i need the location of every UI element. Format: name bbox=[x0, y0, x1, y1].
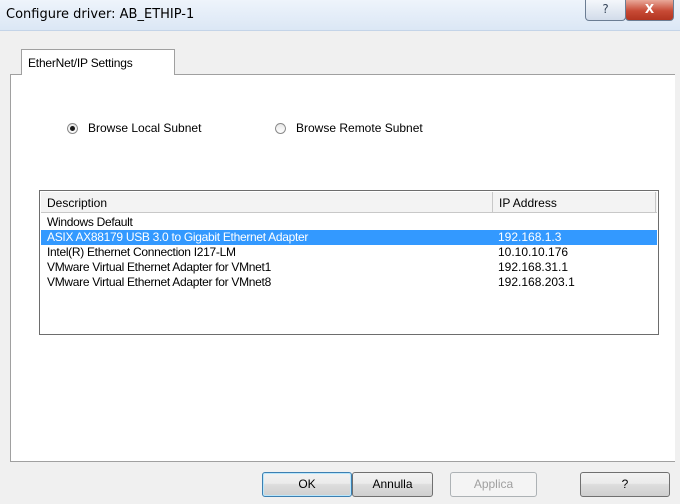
tab-label: EtherNet/IP Settings bbox=[28, 56, 133, 70]
adapter-list[interactable]: Description IP Address Windows Default A… bbox=[39, 190, 659, 335]
adapter-description: VMware Virtual Ethernet Adapter for VMne… bbox=[47, 260, 271, 274]
title-help-button[interactable]: ? bbox=[585, 0, 626, 21]
tab-ethernet-ip-settings[interactable]: EtherNet/IP Settings bbox=[21, 49, 175, 75]
radio-unchecked-icon bbox=[275, 122, 286, 134]
adapter-description: ASIX AX88179 USB 3.0 to Gigabit Ethernet… bbox=[47, 230, 309, 244]
help-button[interactable]: ? bbox=[580, 472, 670, 497]
adapter-ip: 192.168.203.1 bbox=[498, 275, 575, 289]
column-divider[interactable] bbox=[655, 192, 656, 212]
adapter-ip: 192.168.31.1 bbox=[498, 260, 569, 274]
list-item-selected[interactable]: ASIX AX88179 USB 3.0 to Gigabit Ethernet… bbox=[41, 230, 657, 245]
adapter-description: Intel(R) Ethernet Connection I217-LM bbox=[47, 245, 236, 259]
browse-local-label: Browse Local Subnet bbox=[88, 121, 202, 135]
list-item[interactable]: Intel(R) Ethernet Connection I217-LM 10.… bbox=[41, 245, 657, 260]
adapter-ip: 192.168.1.3 bbox=[498, 230, 562, 244]
adapter-description: VMware Virtual Ethernet Adapter for VMne… bbox=[47, 275, 271, 289]
column-description[interactable]: Description bbox=[47, 196, 107, 210]
list-header: Description IP Address bbox=[41, 192, 657, 213]
column-divider[interactable] bbox=[492, 192, 493, 212]
adapter-description: Windows Default bbox=[47, 215, 133, 229]
title-bar[interactable]: Configure driver: AB_ETHIP-1 ? X bbox=[0, 0, 680, 31]
adapter-ip: 10.10.10.176 bbox=[498, 245, 569, 259]
apply-button[interactable]: Applica bbox=[450, 472, 537, 497]
list-item[interactable]: VMware Virtual Ethernet Adapter for VMne… bbox=[41, 275, 657, 290]
list-rows: Windows Default ASIX AX88179 USB 3.0 to … bbox=[41, 215, 657, 290]
window-title: Configure driver: AB_ETHIP-1 bbox=[6, 7, 195, 22]
cancel-button[interactable]: Annulla bbox=[352, 472, 433, 497]
title-close-button[interactable]: X bbox=[625, 0, 674, 21]
close-icon: X bbox=[644, 2, 655, 16]
question-icon: ? bbox=[602, 2, 609, 16]
column-ip-address[interactable]: IP Address bbox=[499, 196, 557, 210]
list-item[interactable]: Windows Default bbox=[41, 215, 657, 230]
configure-driver-dialog: Configure driver: AB_ETHIP-1 ? X EtherNe… bbox=[0, 0, 680, 504]
browse-remote-label: Browse Remote Subnet bbox=[296, 121, 423, 135]
browse-remote-radio[interactable]: Browse Remote Subnet bbox=[275, 120, 423, 136]
browse-local-radio[interactable]: Browse Local Subnet bbox=[67, 120, 201, 136]
list-item[interactable]: VMware Virtual Ethernet Adapter for VMne… bbox=[41, 260, 657, 275]
ok-button[interactable]: OK bbox=[262, 472, 352, 497]
radio-checked-icon bbox=[67, 122, 78, 134]
